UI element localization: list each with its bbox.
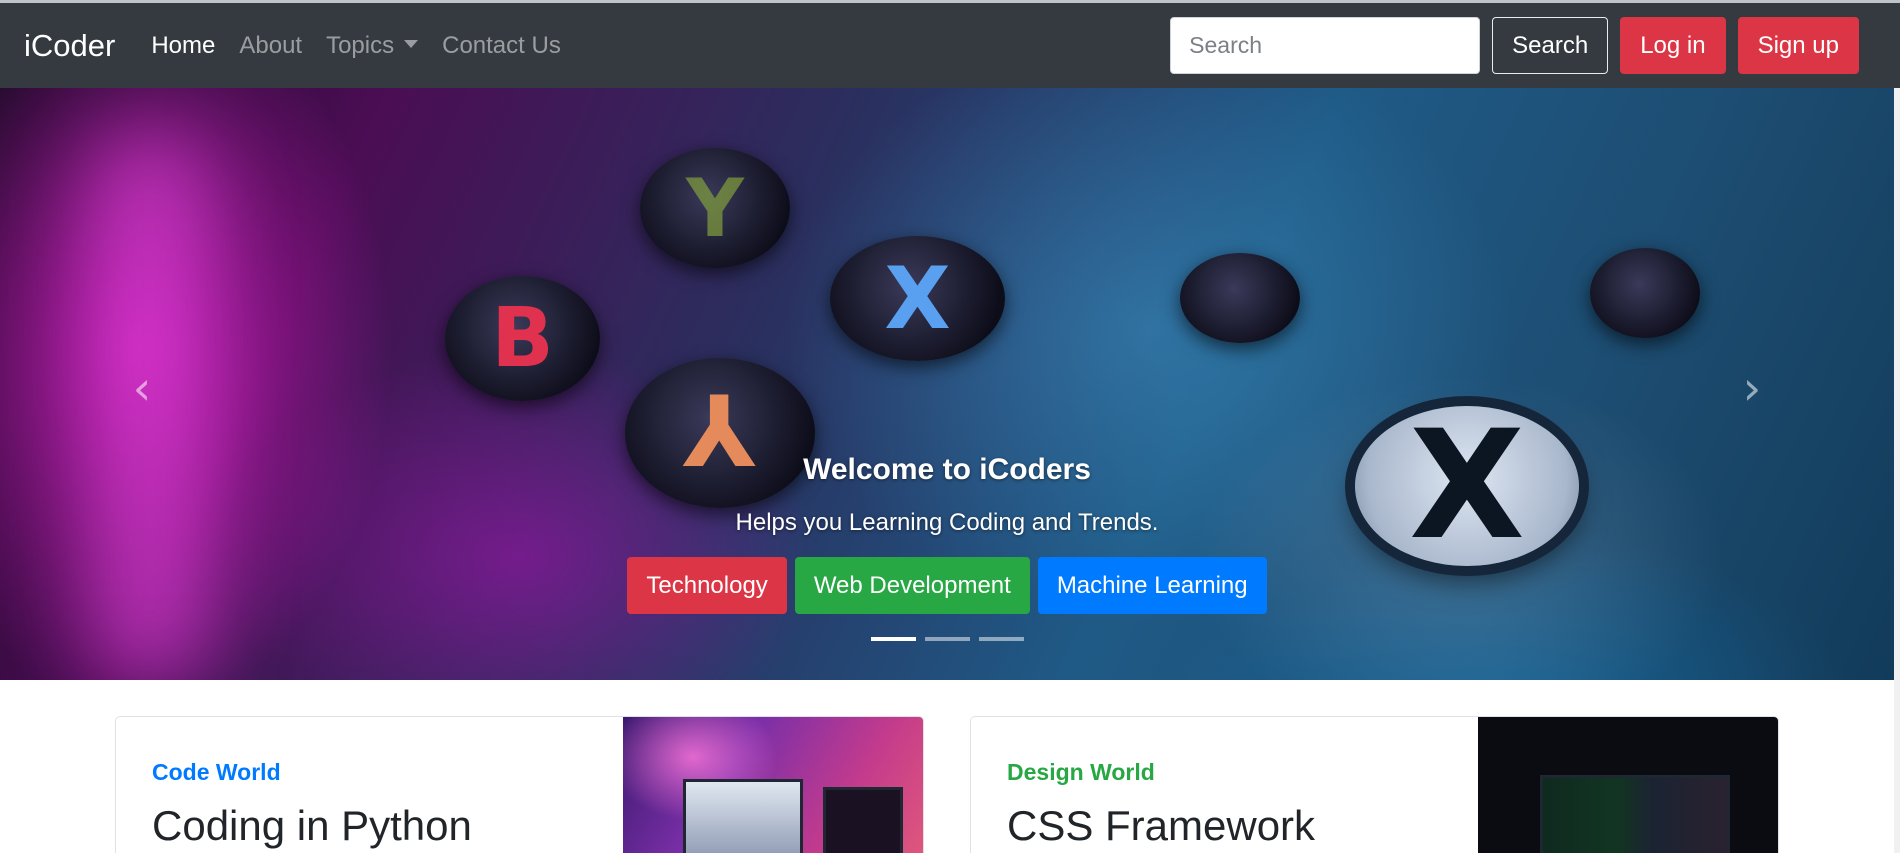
monitor-image [1540, 775, 1730, 853]
card-design-world: Design World CSS Framework [970, 716, 1779, 853]
controller-menu-button-icon [1590, 248, 1700, 338]
nav-link-about[interactable]: About [239, 32, 302, 60]
card-body: Code World Coding in Python [152, 759, 472, 850]
technology-button[interactable]: Technology [627, 557, 787, 614]
machine-learning-button[interactable]: Machine Learning [1037, 557, 1267, 614]
navbar-actions: Search Log in Sign up [1170, 17, 1859, 74]
carousel-caption-title: Welcome to iCoders [803, 453, 1091, 486]
carousel-prev-chevron-left-icon[interactable]: ‹ [122, 361, 162, 415]
web-development-button[interactable]: Web Development [794, 557, 1030, 614]
card-title: Coding in Python [152, 802, 472, 849]
nav-link-home[interactable]: Home [151, 32, 215, 60]
caret-down-icon [404, 40, 419, 49]
card-image-code-monitor [1478, 717, 1778, 853]
page-scrollbar[interactable] [1894, 88, 1900, 853]
card-image-gaming-setup [623, 717, 923, 853]
controller-button-b-icon: B [445, 276, 600, 401]
carousel-indicator-1[interactable] [870, 637, 916, 641]
signup-button[interactable]: Sign up [1737, 17, 1859, 74]
carousel-caption: Welcome to iCoders Helps you Learning Co… [0, 453, 1894, 614]
search-input[interactable] [1170, 17, 1481, 74]
brand-logo[interactable]: iCoder [24, 28, 115, 64]
monitor-image [683, 779, 803, 853]
controller-button-x-icon: X [830, 236, 1005, 361]
carousel-indicators [0, 637, 1894, 641]
carousel-indicator-2[interactable] [924, 637, 970, 641]
hero-carousel: Y B X ⅄ X ‹ › Welcome to iCoders Helps y… [0, 88, 1894, 680]
carousel-topic-buttons: Technology Web Development Machine Learn… [0, 557, 1894, 614]
login-button[interactable]: Log in [1620, 17, 1726, 74]
carousel-indicator-3[interactable] [978, 637, 1024, 641]
carousel-next-chevron-right-icon[interactable]: › [1732, 361, 1772, 415]
pc-case-image [823, 787, 903, 853]
card-body: Design World CSS Framework [1007, 759, 1315, 850]
card-category: Code World [152, 759, 281, 785]
navbar: iCoder Home About Topics Contact Us Sear… [0, 3, 1900, 88]
controller-button-y-icon: Y [640, 148, 790, 268]
nav-link-contact[interactable]: Contact Us [442, 32, 561, 60]
card-category: Design World [1007, 759, 1155, 785]
search-button[interactable]: Search [1492, 17, 1609, 74]
nav-links: Home About Topics Contact Us [151, 32, 561, 60]
card-title: CSS Framework [1007, 802, 1316, 849]
nav-link-topics-label: Topics [326, 31, 395, 59]
card-code-world: Code World Coding in Python [115, 716, 924, 853]
carousel-caption-text: Helps you Learning Coding and Trends. [735, 509, 1159, 536]
controller-view-button-icon [1180, 253, 1300, 343]
nav-link-topics[interactable]: Topics [326, 31, 419, 60]
